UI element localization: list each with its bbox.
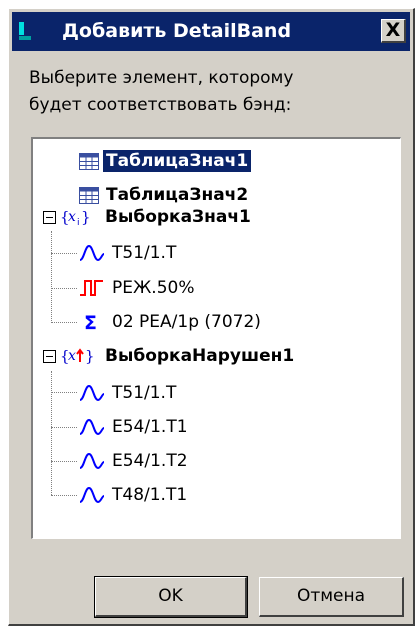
collapse-icon[interactable] bbox=[43, 350, 56, 363]
analog-signal-icon bbox=[79, 418, 105, 436]
tree-item-label: ВыборкаЗнач1 bbox=[105, 207, 251, 227]
tree-line bbox=[51, 371, 52, 495]
svg-text:x: x bbox=[68, 209, 76, 225]
ok-button[interactable]: OK bbox=[94, 576, 248, 618]
sum-icon: Σ bbox=[84, 312, 97, 333]
tree-line bbox=[51, 392, 77, 393]
dialog-title: Добавить DetailBand bbox=[62, 20, 292, 42]
tree-item-label: РЕЖ.50% bbox=[112, 278, 195, 298]
discrete-signal-icon bbox=[80, 280, 103, 296]
tree-item-signal[interactable]: E54/1.T2 bbox=[79, 447, 191, 475]
tree-item-signal[interactable]: Σ 02 PEA/1p (7072) bbox=[79, 308, 264, 336]
app-icon bbox=[19, 22, 31, 40]
tree-item-label: ТаблицаЗнач1 bbox=[101, 149, 253, 173]
tree-item-signal[interactable]: T51/1.T bbox=[79, 239, 179, 267]
tree-item-signal[interactable]: E54/1.T1 bbox=[79, 413, 191, 441]
tree-line bbox=[51, 495, 77, 496]
tree-item-label: E54/1.T2 bbox=[112, 451, 188, 471]
tree-item-violations-1[interactable]: { x } ВыборкаНарушен1 bbox=[60, 342, 297, 370]
tree-item-label: 02 PEA/1p (7072) bbox=[112, 312, 261, 332]
violations-selection-icon: { x } bbox=[60, 347, 95, 365]
tree-item-label: T48/1.T1 bbox=[112, 485, 188, 505]
collapse-icon[interactable] bbox=[43, 211, 56, 224]
tree-item-label: T51/1.T bbox=[112, 383, 177, 403]
close-button[interactable]: X bbox=[381, 19, 406, 43]
analog-signal-icon bbox=[79, 244, 105, 262]
svg-text:}: } bbox=[81, 208, 91, 226]
prompt-text: Выберите элемент, которому будет соответ… bbox=[29, 68, 294, 115]
tree-item-table-1[interactable]: ТаблицаЗнач1 bbox=[79, 147, 253, 175]
svg-text:}: } bbox=[85, 347, 95, 365]
selection-icon: { x i } bbox=[60, 208, 91, 227]
analog-signal-icon bbox=[79, 384, 105, 402]
tree-item-signal[interactable]: РЕЖ.50% bbox=[79, 274, 198, 302]
svg-text:x: x bbox=[68, 348, 76, 364]
title-bar[interactable]: Добавить DetailBand X bbox=[12, 12, 410, 51]
element-tree[interactable]: ТаблицаЗнач1 ТаблицаЗнач2 { x i } Выборк… bbox=[31, 137, 401, 539]
cancel-button[interactable]: Отмена bbox=[259, 577, 404, 617]
tree-item-selection-1[interactable]: { x i } ВыборкаЗнач1 bbox=[60, 203, 254, 231]
analog-signal-icon bbox=[79, 486, 105, 504]
svg-text:i: i bbox=[77, 218, 80, 227]
tree-item-label: T51/1.T bbox=[112, 243, 177, 263]
tree-item-label: ВыборкаНарушен1 bbox=[105, 346, 295, 366]
table-icon bbox=[79, 152, 99, 170]
analog-signal-icon bbox=[79, 452, 105, 470]
svg-text:Σ: Σ bbox=[84, 312, 97, 333]
tree-line bbox=[51, 427, 77, 428]
table-icon bbox=[79, 186, 99, 204]
tree-line bbox=[51, 288, 77, 289]
tree-line bbox=[51, 322, 77, 323]
tree-line bbox=[51, 461, 77, 462]
tree-line bbox=[51, 253, 77, 254]
tree-item-label: E54/1.T1 bbox=[112, 417, 188, 437]
tree-line bbox=[51, 231, 52, 321]
tree-item-signal[interactable]: T51/1.T bbox=[79, 379, 179, 407]
add-detailband-dialog: Добавить DetailBand X Выберите элемент, … bbox=[8, 8, 415, 626]
tree-item-signal[interactable]: T48/1.T1 bbox=[79, 481, 190, 509]
